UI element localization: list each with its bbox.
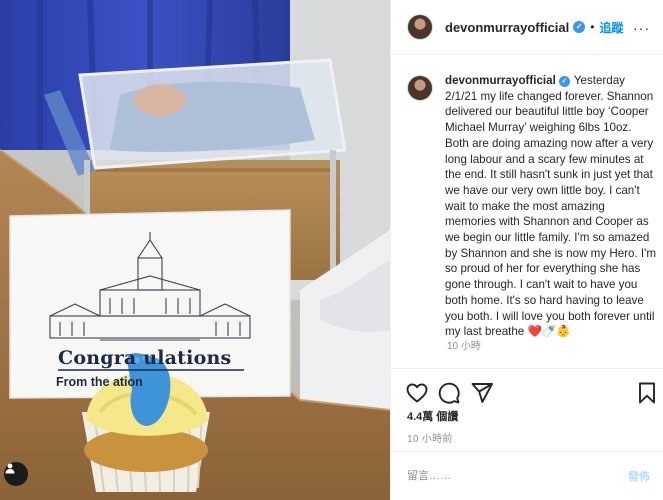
comment-input[interactable] xyxy=(407,470,628,482)
caption-block: devonmurrayofficial ✓ Yesterday 2/1/21 my … xyxy=(407,73,657,340)
verified-badge-icon: ✓ xyxy=(573,21,586,33)
person-icon xyxy=(5,463,15,474)
heart-icon[interactable] xyxy=(405,381,429,405)
likes-count[interactable]: 4.4萬 個讚 xyxy=(407,408,458,424)
caption-timestamp: 10 小時 xyxy=(447,341,481,352)
avatar[interactable] xyxy=(407,14,433,40)
caption-text: Yesterday 2/1/21 my life changed forever… xyxy=(445,74,657,339)
post-header: devonmurrayofficial ✓ • 追蹤 ··· xyxy=(391,0,663,55)
post-photo[interactable]: Congra ulations From the ation xyxy=(0,0,390,500)
action-bar xyxy=(391,368,663,408)
comment-form: 發佈 xyxy=(391,451,663,500)
header-username-link[interactable]: devonmurrayofficial xyxy=(445,20,569,35)
caption-verified-badge-icon: ✓ xyxy=(558,76,570,87)
post-timestamp[interactable]: 10 小時前 xyxy=(407,430,453,445)
follow-button[interactable]: 追蹤 xyxy=(599,19,623,36)
comment-bubble-icon[interactable] xyxy=(437,381,461,405)
ellipsis-icon[interactable]: ··· xyxy=(633,20,650,36)
paper-plane-icon[interactable] xyxy=(470,381,494,405)
header-separator: • xyxy=(590,20,595,34)
caption-avatar[interactable] xyxy=(407,75,433,101)
post-comment-button[interactable]: 發佈 xyxy=(628,468,650,484)
user-tags-button[interactable] xyxy=(4,462,28,486)
post-details-panel: devonmurrayofficial ✓ • 追蹤 ··· devonmurr… xyxy=(390,0,663,500)
bookmark-icon[interactable] xyxy=(635,381,659,405)
caption-username-link[interactable]: devonmurrayofficial xyxy=(445,74,556,87)
photo-scene xyxy=(0,0,390,500)
caption-text-block: devonmurrayofficial ✓ Yesterday 2/1/21 my … xyxy=(445,73,657,340)
